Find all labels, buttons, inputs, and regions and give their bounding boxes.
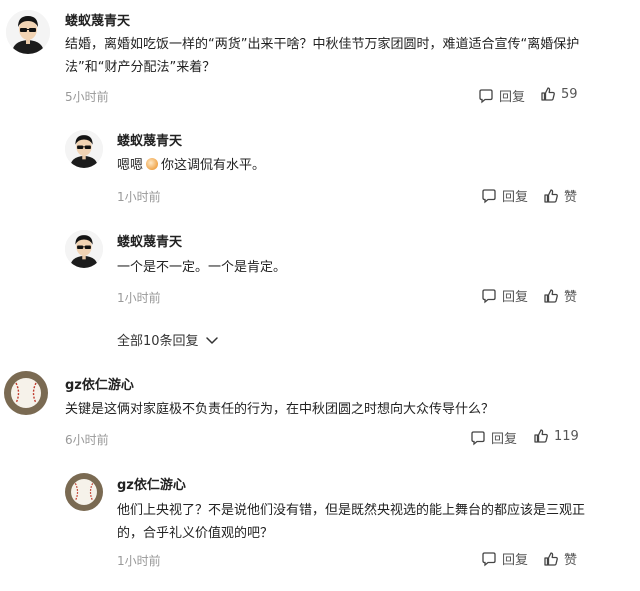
like-button[interactable]: 赞 (543, 286, 577, 305)
like-label: 赞 (564, 553, 578, 568)
username[interactable]: gz依仁游心 (65, 374, 134, 393)
username[interactable]: 蝼蚁蔑青天 (65, 10, 130, 29)
expand-replies-button[interactable]: 全部10条回复 (117, 330, 219, 349)
comment-bubble-icon (479, 88, 493, 103)
username[interactable]: gz依仁游心 (117, 474, 186, 493)
username[interactable]: 蝼蚁蔑青天 (117, 130, 182, 149)
thumbs-up-icon (534, 429, 548, 443)
thumbs-up-icon (544, 288, 558, 303)
avatar[interactable] (6, 10, 50, 54)
like-count: 119 (554, 428, 579, 444)
thumbs-up-icon (544, 551, 558, 566)
like-label: 赞 (564, 190, 578, 205)
timestamp: 6小时前 (65, 433, 109, 447)
avatar[interactable] (65, 230, 103, 268)
comment-bubble-icon (482, 551, 496, 566)
reply-label: 回复 (502, 290, 529, 305)
reply-label: 回复 (491, 432, 518, 447)
timestamp: 1小时前 (117, 291, 161, 305)
timestamp: 1小时前 (117, 554, 161, 568)
comment-text: 关键是这俩对家庭极不负责任的行为，在中秋团圆之时想向大众传导什么？ (65, 402, 495, 417)
comment-text: 一个是不一定。一个是肯定。 (117, 260, 287, 275)
comment-bubble-icon (482, 288, 496, 303)
reply-button[interactable]: 回复 (470, 428, 517, 447)
comment-bubble-icon (471, 430, 485, 445)
reply-button[interactable]: 回复 (481, 549, 528, 568)
comment-text: 嗯嗯 你这调侃有水平。 (117, 154, 587, 177)
baseball-avatar-icon (65, 473, 103, 511)
comment-text: 结婚，离婚如吃饭一样的“两货”出来干啥？中秋佳节万家团圆时，难道适合宣传“离婚保… (65, 37, 580, 75)
avatar[interactable] (4, 371, 48, 415)
bun-emoji-icon (146, 158, 159, 170)
reply-button[interactable]: 回复 (481, 286, 528, 305)
comment-text: 他们上央视了？不是说他们没有错，但是既然央视选的能上舞台的都应该是三观正的，合乎… (117, 503, 586, 541)
comment-text-part: 你这调侃有水平。 (161, 158, 266, 173)
reply-label: 回复 (502, 190, 529, 205)
baseball-avatar-icon (4, 371, 48, 415)
like-label: 赞 (564, 290, 578, 305)
comment-text-part: 嗯嗯 (117, 158, 144, 173)
like-button[interactable]: 59 (540, 86, 578, 102)
man-sunglasses-avatar-icon (65, 130, 103, 168)
man-sunglasses-avatar-icon (6, 10, 50, 54)
reply-label: 回复 (499, 90, 526, 105)
thumbs-up-icon (541, 87, 555, 101)
comment-bubble-icon (482, 188, 496, 203)
timestamp: 1小时前 (117, 190, 161, 204)
reply-button[interactable]: 回复 (478, 86, 525, 105)
timestamp: 5小时前 (65, 90, 109, 104)
like-button[interactable]: 赞 (543, 549, 577, 568)
man-sunglasses-avatar-icon (65, 230, 103, 268)
like-button[interactable]: 赞 (543, 186, 577, 205)
username[interactable]: 蝼蚁蔑青天 (117, 231, 182, 250)
avatar[interactable] (65, 473, 103, 511)
thumbs-up-icon (544, 188, 558, 203)
reply-button[interactable]: 回复 (481, 186, 528, 205)
like-count: 59 (561, 86, 578, 102)
chevron-down-icon (205, 336, 218, 344)
expand-replies-label: 全部10条回复 (117, 334, 199, 349)
reply-label: 回复 (502, 553, 529, 568)
avatar[interactable] (65, 130, 103, 168)
like-button[interactable]: 119 (533, 428, 579, 444)
